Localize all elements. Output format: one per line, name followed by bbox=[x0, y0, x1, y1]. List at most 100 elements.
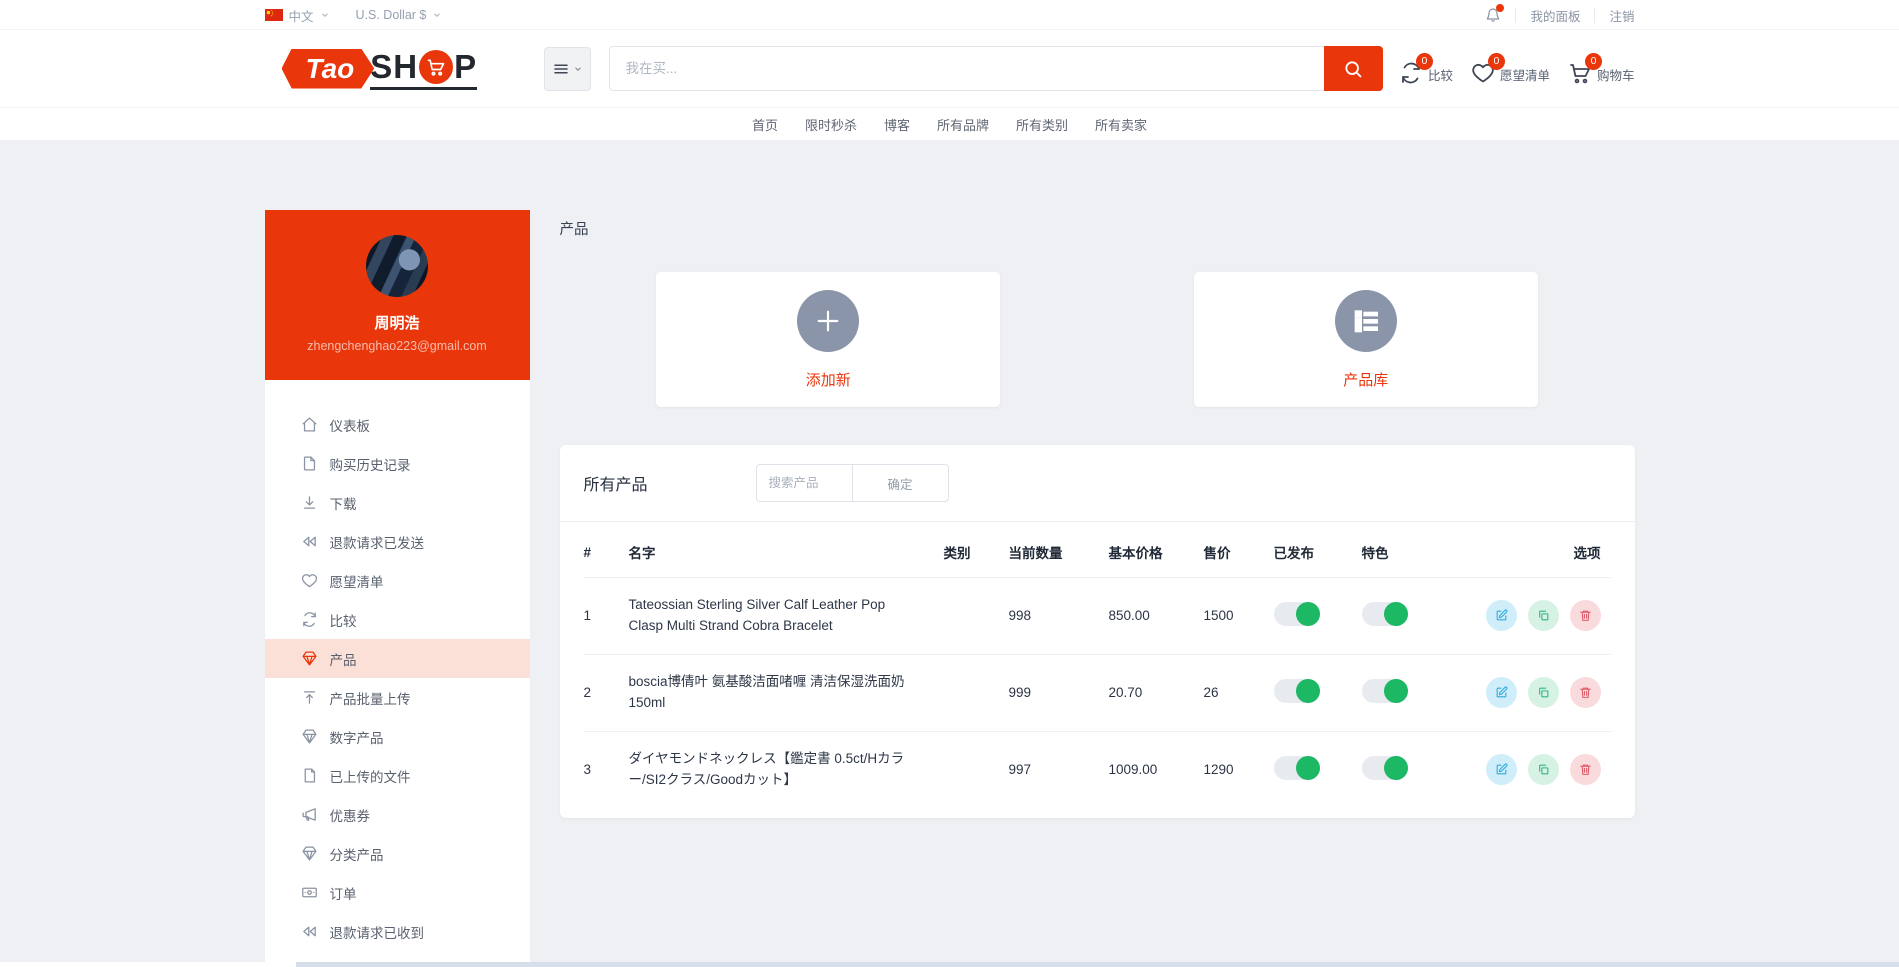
duplicate-button[interactable] bbox=[1528, 754, 1559, 785]
published-toggle[interactable] bbox=[1274, 679, 1320, 703]
base-price: 1009.00 bbox=[1109, 731, 1204, 807]
sidebar-item-uploaded-files[interactable]: 已上传的文件 bbox=[265, 756, 530, 795]
taoshop-logo[interactable]: Tao SH P bbox=[265, 48, 530, 90]
duplicate-button[interactable] bbox=[1528, 677, 1559, 708]
col-index: # bbox=[584, 522, 629, 578]
logo-sh-text: SH bbox=[370, 48, 418, 86]
scrollbar-thumb[interactable] bbox=[296, 962, 1899, 967]
nav-all-categories[interactable]: 所有类别 bbox=[1016, 115, 1068, 134]
products-table: # 名字 类别 当前数量 基本价格 售价 已发布 特色 选项 bbox=[584, 522, 1611, 808]
product-category bbox=[944, 654, 1009, 731]
hamburger-icon bbox=[552, 60, 570, 78]
row-index: 2 bbox=[584, 654, 629, 731]
col-category: 类别 bbox=[944, 522, 1009, 578]
logout-link[interactable]: 注销 bbox=[1609, 6, 1634, 25]
user-card: 周明浩 zhengchenghao223@gmail.com bbox=[265, 210, 530, 380]
search-button[interactable] bbox=[1324, 46, 1383, 91]
user-email: zhengchenghao223@gmail.com bbox=[265, 339, 530, 353]
wishlist-count-badge: 0 bbox=[1488, 53, 1505, 70]
nav-all-sellers[interactable]: 所有卖家 bbox=[1095, 115, 1147, 134]
compare-button[interactable]: 0 比较 bbox=[1399, 53, 1453, 85]
logo-shop: SH P bbox=[370, 48, 477, 90]
published-toggle[interactable] bbox=[1274, 756, 1320, 780]
search-input[interactable] bbox=[609, 46, 1324, 91]
all-products-title: 所有产品 bbox=[584, 471, 648, 495]
sidebar: 周明浩 zhengchenghao223@gmail.com 仪表板 购买历史记… bbox=[265, 210, 530, 967]
sidebar-item-products[interactable]: 产品 bbox=[265, 639, 530, 678]
add-new-product-card[interactable]: 添加新 bbox=[656, 272, 1000, 407]
product-search-input[interactable] bbox=[756, 464, 853, 502]
chevron-down-icon bbox=[432, 10, 442, 20]
nav-home[interactable]: 首页 bbox=[752, 115, 778, 134]
edit-button[interactable] bbox=[1486, 754, 1517, 785]
sidebar-item-orders[interactable]: 订单 bbox=[265, 873, 530, 912]
sidebar-item-downloads[interactable]: 下载 bbox=[265, 483, 530, 522]
gem-icon bbox=[301, 728, 318, 745]
notifications-button[interactable] bbox=[1485, 7, 1501, 23]
sidebar-item-refund-requests-received[interactable]: 退款请求已收到 bbox=[265, 912, 530, 951]
sidebar-item-wishlist[interactable]: 愿望清单 bbox=[265, 561, 530, 600]
sidebar-item-compare[interactable]: 比较 bbox=[265, 600, 530, 639]
product-name: ダイヤモンドネックレス【鑑定書 0.5ct/Hカラー/SI2クラス/Goodカッ… bbox=[629, 731, 944, 807]
sidebar-menu: 仪表板 购买历史记录 下载 退款请求已发送 愿望清单 bbox=[265, 380, 530, 967]
delete-button[interactable] bbox=[1570, 677, 1601, 708]
logo-p-text: P bbox=[454, 48, 477, 86]
edit-button[interactable] bbox=[1486, 600, 1517, 631]
wishlist-button[interactable]: 0 愿望清单 bbox=[1471, 53, 1550, 85]
sidebar-item-digital-products[interactable]: 数字产品 bbox=[265, 717, 530, 756]
product-name: boscia博倩叶 氨基酸洁面啫喱 清洁保湿洗面奶 150ml bbox=[629, 654, 944, 731]
megaphone-icon bbox=[301, 806, 318, 823]
delete-button[interactable] bbox=[1570, 600, 1601, 631]
sidebar-item-classified-products[interactable]: 分类产品 bbox=[265, 834, 530, 873]
nav-blog[interactable]: 博客 bbox=[884, 115, 910, 134]
delete-button[interactable] bbox=[1570, 754, 1601, 785]
trash-icon bbox=[1579, 686, 1592, 699]
edit-button[interactable] bbox=[1486, 677, 1517, 708]
published-toggle[interactable] bbox=[1274, 602, 1320, 626]
divider bbox=[1594, 8, 1595, 23]
cart-button[interactable]: 0 购物车 bbox=[1568, 53, 1635, 85]
refresh-icon bbox=[301, 611, 318, 628]
sidebar-item-product-bulk-upload[interactable]: 产品批量上传 bbox=[265, 678, 530, 717]
product-library-card[interactable]: 产品库 bbox=[1194, 272, 1538, 407]
sale-price: 1290 bbox=[1204, 731, 1274, 807]
currency-select[interactable]: U.S. Dollar $ bbox=[356, 8, 443, 22]
sidebar-item-label: 产品批量上传 bbox=[330, 688, 411, 708]
sidebar-item-refund-requests-sent[interactable]: 退款请求已发送 bbox=[265, 522, 530, 561]
duplicate-button[interactable] bbox=[1528, 600, 1559, 631]
banknote-icon bbox=[301, 884, 318, 901]
cart-label: 购物车 bbox=[1597, 70, 1635, 85]
sidebar-item-coupons[interactable]: 优惠券 bbox=[265, 795, 530, 834]
current-qty: 998 bbox=[1009, 578, 1109, 655]
sidebar-item-label: 产品 bbox=[330, 649, 357, 669]
upload-icon bbox=[301, 689, 318, 706]
horizontal-scrollbar[interactable] bbox=[0, 962, 1899, 967]
nav-all-brands[interactable]: 所有品牌 bbox=[937, 115, 989, 134]
category-menu-button[interactable] bbox=[544, 47, 591, 91]
col-published: 已发布 bbox=[1274, 522, 1362, 578]
table-row: 2 boscia博倩叶 氨基酸洁面啫喱 清洁保湿洗面奶 150ml 999 20… bbox=[584, 654, 1611, 731]
edit-icon bbox=[1495, 609, 1508, 622]
featured-toggle[interactable] bbox=[1362, 756, 1408, 780]
sidebar-item-dashboard[interactable]: 仪表板 bbox=[265, 405, 530, 444]
language-label: 中文 bbox=[289, 6, 314, 25]
gem-icon bbox=[301, 650, 318, 667]
featured-toggle[interactable] bbox=[1362, 679, 1408, 703]
base-price: 20.70 bbox=[1109, 654, 1204, 731]
nav-flash-deals[interactable]: 限时秒杀 bbox=[805, 115, 857, 134]
sidebar-item-label: 优惠券 bbox=[330, 805, 371, 825]
sidebar-item-purchase-history[interactable]: 购买历史记录 bbox=[265, 444, 530, 483]
sidebar-item-label: 已上传的文件 bbox=[330, 766, 411, 786]
compare-label: 比较 bbox=[1428, 70, 1453, 85]
sidebar-item-label: 购买历史记录 bbox=[330, 454, 411, 474]
confirm-button[interactable]: 确定 bbox=[852, 464, 949, 502]
sidebar-item-label: 分类产品 bbox=[330, 844, 384, 864]
language-select[interactable]: 中文 bbox=[265, 6, 330, 25]
my-dashboard-link[interactable]: 我的面板 bbox=[1530, 6, 1580, 25]
featured-toggle[interactable] bbox=[1362, 602, 1408, 626]
col-base-price: 基本价格 bbox=[1109, 522, 1204, 578]
row-index: 3 bbox=[584, 731, 629, 807]
copy-icon bbox=[1537, 609, 1550, 622]
chevron-down-icon bbox=[320, 10, 330, 20]
table-row: 3 ダイヤモンドネックレス【鑑定書 0.5ct/Hカラー/SI2クラス/Good… bbox=[584, 731, 1611, 807]
